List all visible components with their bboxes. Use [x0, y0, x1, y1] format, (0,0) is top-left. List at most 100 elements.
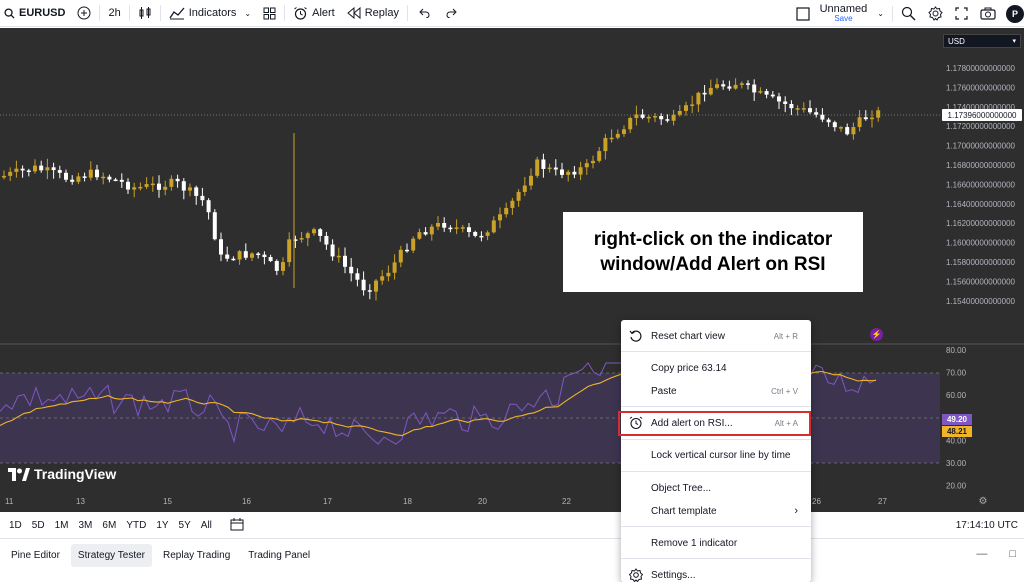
candle-body [429, 226, 434, 235]
interval-button[interactable]: 2h [102, 0, 126, 27]
snapshot-button[interactable] [974, 0, 1002, 27]
range-5y[interactable]: 5Y [174, 520, 196, 531]
indicators-button[interactable]: Indicators ⌄ [163, 0, 257, 27]
candle-body [479, 235, 484, 238]
layout-select-button[interactable] [790, 0, 816, 27]
candle-body [386, 272, 391, 277]
range-3m[interactable]: 3M [74, 520, 98, 531]
range-ytd[interactable]: YTD [121, 520, 151, 531]
menu-label: Add alert on RSI... [651, 417, 733, 429]
candle-body [305, 233, 310, 239]
candle-body [64, 172, 68, 180]
candle-body [312, 229, 316, 234]
goto-date-button[interactable] [225, 517, 249, 534]
menu-divider [621, 471, 811, 472]
candle-body [144, 184, 149, 187]
tab-trading-panel[interactable]: Trading Panel [241, 544, 317, 567]
menu-item-chart-template[interactable]: Chart template › [621, 500, 811, 522]
candle-body [336, 255, 341, 258]
fullscreen-button[interactable] [949, 0, 974, 27]
candle-body [318, 229, 323, 236]
lightning-icon[interactable]: ⚡ [870, 328, 883, 341]
avatar[interactable]: P [1006, 4, 1024, 23]
candle-body [448, 227, 453, 230]
tab-pine-editor[interactable]: Pine Editor [4, 544, 67, 567]
tradingview-logo[interactable]: TradingView [8, 466, 116, 482]
symbol-search[interactable]: EURUSD [0, 0, 71, 27]
candle-body [436, 222, 440, 227]
candle-body [739, 83, 744, 85]
layout-menu-button[interactable]: ⌄ [871, 0, 890, 27]
range-1m[interactable]: 1M [50, 520, 74, 531]
candle-body [529, 175, 533, 186]
plus-circle-icon [77, 6, 91, 20]
price-tick-label: 1.16400000000000 [946, 200, 1016, 209]
candle-body [212, 212, 217, 240]
menu-label: Reset chart view [651, 330, 725, 342]
candle-body [262, 254, 267, 258]
candle-body [845, 127, 850, 135]
candle-body [250, 253, 254, 258]
menu-item-paste[interactable]: Paste Ctrl + V [621, 380, 811, 402]
utc-clock[interactable]: 17:14:10 UTC [956, 520, 1018, 531]
templates-button[interactable] [257, 0, 282, 27]
time-tick-label: 22 [562, 497, 571, 506]
compare-button[interactable] [71, 0, 97, 27]
redo-button[interactable] [438, 0, 466, 27]
candle-body [553, 167, 558, 170]
candle-body [783, 101, 788, 105]
settings-button[interactable] [922, 0, 949, 27]
range-1y[interactable]: 1Y [151, 520, 173, 531]
scale-settings-icon[interactable]: ⚙ [977, 495, 989, 507]
layout-name[interactable]: Unnamed Save [816, 3, 872, 24]
minimize-icon[interactable]: — [976, 548, 987, 560]
menu-item-object-tree[interactable]: Object Tree... [621, 477, 811, 499]
replay-label: Replay [364, 7, 399, 19]
candle-body [14, 168, 19, 172]
range-all[interactable]: All [196, 520, 217, 531]
tab-replay-trading[interactable]: Replay Trading [156, 544, 237, 567]
alarm-clock-icon [629, 416, 643, 430]
candle-body [274, 261, 279, 271]
candle-body [491, 220, 496, 233]
menu-item-copy-price[interactable]: Copy price 63.14 [621, 357, 811, 379]
tab-strategy-tester[interactable]: Strategy Tester [70, 543, 152, 567]
square-icon [795, 6, 810, 21]
candle-body [541, 159, 546, 169]
replay-button[interactable]: Replay [341, 0, 405, 27]
menu-label: Chart template [651, 505, 717, 517]
menu-item-reset-chart-view[interactable]: Reset chart view Alt + R [621, 325, 811, 347]
range-bar: 1D 5D 1M 3M 6M YTD 1Y 5Y All 17:14:10 UT… [0, 513, 1024, 539]
candle-body [522, 185, 527, 192]
divider [99, 5, 101, 21]
candle-body [473, 232, 478, 236]
chart-type-button[interactable] [132, 0, 158, 27]
candle-body [746, 83, 750, 85]
candle-body [851, 127, 856, 135]
maximize-icon[interactable]: □ [1009, 548, 1016, 560]
currency-select[interactable]: USD ▾ [943, 34, 1021, 48]
candle-body [460, 227, 465, 229]
candle-body [2, 175, 6, 178]
menu-item-lock-cursor[interactable]: Lock vertical cursor line by time [621, 444, 811, 466]
menu-item-remove-indicator[interactable]: Remove 1 indicator [621, 532, 811, 554]
price-chart[interactable]: 1.178000000000001.176000000000001.174000… [0, 28, 1024, 512]
range-5d[interactable]: 5D [27, 520, 50, 531]
candle-body [132, 187, 137, 190]
candle-body [367, 290, 372, 292]
fullscreen-icon [955, 7, 968, 20]
range-1d[interactable]: 1D [4, 520, 27, 531]
range-6m[interactable]: 6M [97, 520, 121, 531]
candle-body [857, 117, 862, 128]
time-tick-label: 26 [812, 497, 821, 506]
candle-body [330, 244, 335, 257]
candle-body [423, 232, 428, 235]
alert-button[interactable]: Alert [287, 0, 341, 27]
quick-search-button[interactable] [895, 0, 922, 27]
undo-button[interactable] [410, 0, 438, 27]
chart-area[interactable]: 1.17800000000000 1.17600000000000 1.174000… [0, 28, 1024, 512]
menu-divider [621, 351, 811, 352]
gear-icon [928, 6, 943, 21]
menu-item-settings[interactable]: Settings... [621, 564, 811, 582]
menu-item-add-alert-on-rsi[interactable]: Add alert on RSI... Alt + A [621, 412, 811, 434]
